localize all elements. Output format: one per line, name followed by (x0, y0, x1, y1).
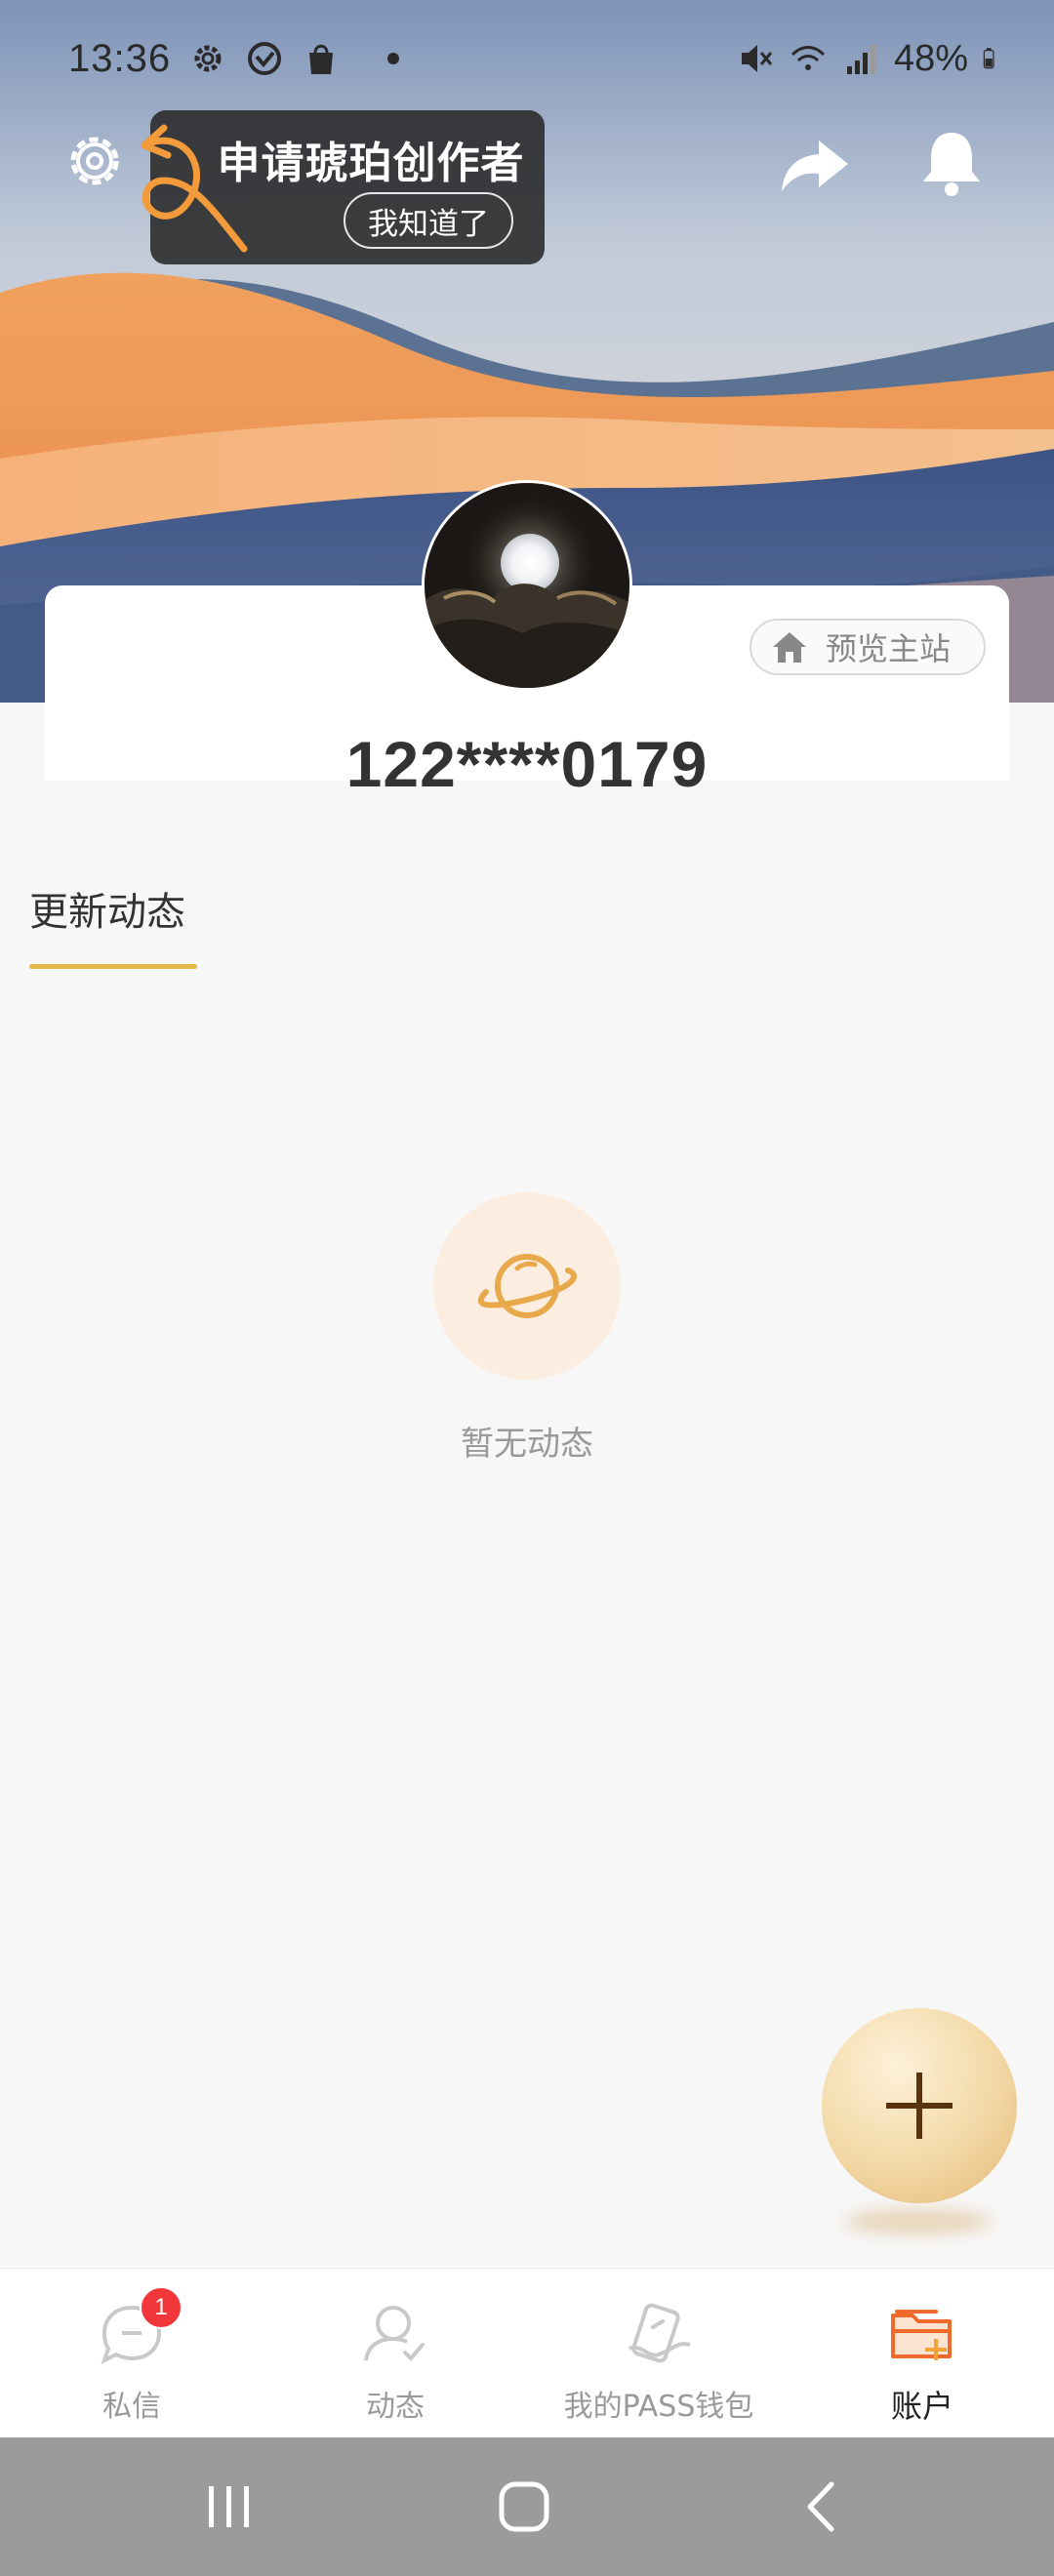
preview-homepage-label: 预览主站 (826, 630, 952, 667)
bottom-navigation: 1 私信 动态 我的PASS钱包 账户 (0, 2268, 1054, 2437)
nav-item-pass-wallet[interactable]: 我的PASS钱包 (527, 2269, 790, 2438)
back-icon[interactable] (789, 2476, 857, 2537)
mute-icon (741, 45, 773, 72)
nav-item-messages[interactable]: 1 私信 (0, 2269, 264, 2438)
nav-label-activity: 动态 (366, 2390, 425, 2424)
battery-icon (983, 48, 994, 69)
home-icon (773, 632, 806, 663)
moon-clouds-avatar-image (425, 483, 629, 688)
tab-active-indicator (29, 964, 197, 969)
username: 122****0179 (345, 728, 709, 800)
empty-state-illustration (433, 1192, 621, 1380)
recent-apps-icon[interactable] (195, 2476, 264, 2537)
wallet-card-icon (628, 2303, 691, 2363)
planet-icon (477, 1254, 577, 1318)
folder-plus-icon (891, 2310, 952, 2360)
settings-icon[interactable] (61, 127, 129, 195)
share-icon[interactable] (776, 131, 854, 199)
avatar[interactable] (422, 480, 632, 691)
settings-status-icon (194, 45, 222, 72)
heart-check-icon (248, 42, 282, 75)
nav-item-account[interactable]: 账户 (790, 2269, 1054, 2438)
tab-updates[interactable]: 更新动态 (29, 880, 185, 937)
nav-label-pass-wallet: 我的PASS钱包 (563, 2390, 754, 2424)
shopping-bag-icon (309, 44, 334, 74)
nav-label-account: 账户 (890, 2388, 953, 2425)
bell-icon[interactable] (917, 127, 986, 199)
battery-percent: 48% (893, 37, 968, 79)
signal-icon (846, 45, 875, 74)
preview-homepage-button[interactable]: 预览主站 (750, 619, 986, 675)
status-time: 13:36 (68, 36, 172, 80)
notification-dot-icon (387, 53, 400, 64)
home-button-icon[interactable] (490, 2476, 558, 2537)
plus-icon (886, 2073, 953, 2139)
orange-pointer-arrow-icon (141, 124, 248, 253)
status-bar: 13:36 48% (0, 0, 1054, 117)
system-navigation-bar (0, 2437, 1054, 2576)
got-it-button[interactable]: 我知道了 (344, 192, 513, 249)
create-post-button[interactable] (822, 2008, 1017, 2203)
user-check-icon (364, 2306, 425, 2361)
empty-state-text: 暂无动态 (461, 1425, 593, 1464)
nav-item-activity[interactable]: 动态 (264, 2269, 527, 2438)
fab-shadow (845, 2209, 992, 2234)
unread-badge: 1 (140, 2286, 182, 2329)
nav-label-messages: 私信 (102, 2390, 161, 2424)
wifi-icon (790, 46, 825, 70)
